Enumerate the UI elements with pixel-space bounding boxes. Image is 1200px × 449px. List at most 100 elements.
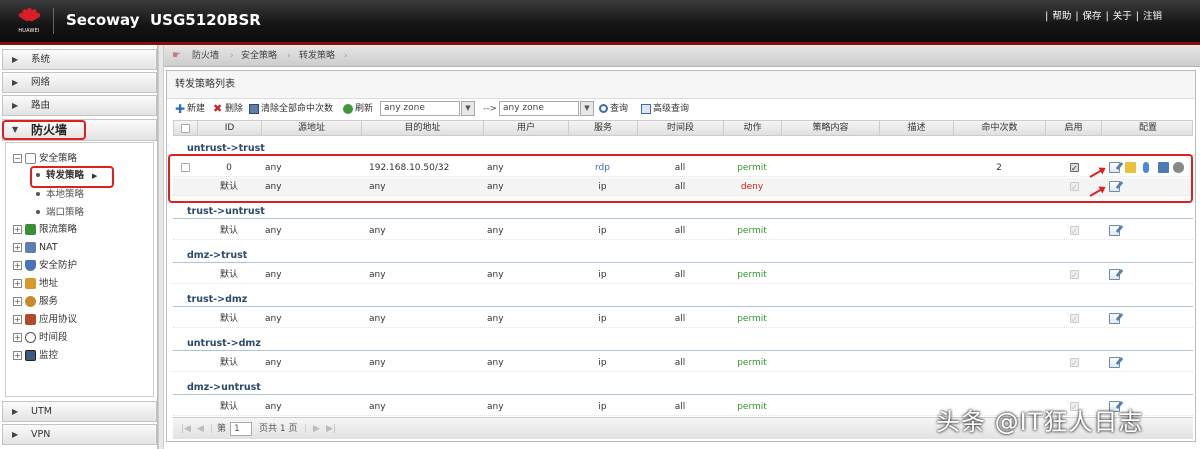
collapse-icon[interactable]: − <box>13 154 22 163</box>
cell-user: any <box>487 226 504 236</box>
cell-src: any <box>265 402 282 412</box>
tree-node-time-range[interactable]: + 时间段 <box>13 331 68 345</box>
expand-icon[interactable]: + <box>13 297 22 306</box>
column-header[interactable]: 动作 <box>724 121 782 136</box>
destination-zone-select[interactable]: any zone ▼ <box>499 101 594 116</box>
table-row[interactable]: 默认 any any any ip all permit <box>173 354 1193 373</box>
expand-icon[interactable]: + <box>13 279 22 288</box>
query-label: 查询 <box>610 104 629 114</box>
sidebar-item-network[interactable]: ▶ 网络 <box>2 72 157 93</box>
sidebar-item-routing[interactable]: ▶ 路由 <box>2 95 157 116</box>
tree-node-app-protocol[interactable]: + 应用协议 <box>13 313 77 327</box>
column-header[interactable]: 源地址 <box>262 121 362 136</box>
tree-node-monitor[interactable]: + 监控 <box>13 349 58 363</box>
pager-separator: | <box>304 424 308 434</box>
zone-group-header[interactable]: trust->untrust <box>173 204 1193 219</box>
breadcrumb-security-policy[interactable]: 安全策略 <box>241 45 277 67</box>
column-header[interactable]: 时间段 <box>638 121 724 136</box>
chevron-down-icon[interactable]: ▼ <box>580 101 594 116</box>
sidebar-item-label: 网络 <box>31 77 51 88</box>
column-header[interactable]: 命中次数 <box>954 121 1046 136</box>
select-all-checkbox[interactable] <box>181 124 190 133</box>
page-input[interactable]: 1 <box>230 422 252 436</box>
edit-icon[interactable] <box>1109 313 1120 324</box>
tree-node-protection[interactable]: + 安全防护 <box>13 259 77 273</box>
column-header[interactable]: 用户 <box>484 121 569 136</box>
enable-checkbox[interactable] <box>1070 311 1079 329</box>
enable-checkbox[interactable] <box>1070 223 1079 241</box>
first-page-icon[interactable]: |◀ <box>181 418 191 440</box>
tree-node-local-policy[interactable]: 本地策略 <box>32 188 84 202</box>
zone-group-header[interactable]: dmz->trust <box>173 248 1193 263</box>
breadcrumb-separator: › <box>230 51 234 61</box>
cell-id: 默认 <box>219 402 238 412</box>
tree-node-port-policy[interactable]: 端口策略 <box>32 206 84 220</box>
source-zone-select[interactable]: any zone ▼ <box>380 101 475 116</box>
expand-icon[interactable]: + <box>13 225 22 234</box>
edit-icon[interactable] <box>1109 357 1120 368</box>
tree-node-address[interactable]: + 地址 <box>13 277 58 291</box>
table-row[interactable]: 默认 any any any ip all permit <box>173 266 1193 285</box>
cell-user: any <box>487 270 504 280</box>
cell-dst: any <box>369 314 386 324</box>
tree-node-label: 服务 <box>39 296 59 307</box>
breadcrumb-firewall[interactable]: 防火墙 <box>192 45 219 67</box>
tree-node-label: 监控 <box>39 350 59 361</box>
table-row[interactable]: 默认 any any any ip all permit <box>173 310 1193 329</box>
enable-checkbox[interactable] <box>1070 267 1079 285</box>
expand-icon[interactable]: + <box>13 333 22 342</box>
next-page-icon[interactable]: ▶ <box>313 418 320 440</box>
tree-node-label: 端口策略 <box>46 207 85 218</box>
clear-hits-button[interactable]: 清除全部命中次数 <box>249 99 333 119</box>
column-header[interactable]: 目的地址 <box>362 121 484 136</box>
edit-icon[interactable] <box>1109 269 1120 280</box>
chevron-down-icon[interactable]: ▼ <box>461 101 475 116</box>
tree-node-service[interactable]: + 服务 <box>13 295 58 309</box>
tree-node-nat[interactable]: + NAT <box>13 241 58 255</box>
column-header[interactable]: 策略内容 <box>782 121 880 136</box>
cell-id: 默认 <box>219 270 238 280</box>
sidebar-splitter[interactable] <box>158 45 164 449</box>
tree-node-rate-limit[interactable]: + 限流策略 <box>13 223 77 237</box>
nat-icon <box>25 242 36 253</box>
tree-node-security-policy[interactable]: − 安全策略 <box>13 152 77 166</box>
sidebar-item-utm[interactable]: ▶ UTM <box>2 401 157 422</box>
cell-src: any <box>265 358 282 368</box>
column-header[interactable]: ID <box>198 121 262 136</box>
enable-checkbox[interactable] <box>1070 355 1079 373</box>
column-header[interactable]: 配置 <box>1102 121 1194 136</box>
expand-icon[interactable]: + <box>13 261 22 270</box>
column-header[interactable]: 服务 <box>569 121 638 136</box>
expand-icon[interactable]: + <box>13 315 22 324</box>
query-button[interactable]: 查询 <box>599 99 628 119</box>
zone-group-header[interactable]: trust->dmz <box>173 292 1193 307</box>
expand-icon[interactable]: + <box>13 243 22 252</box>
cell-time: all <box>674 358 686 368</box>
advanced-query-button[interactable]: 高级查询 <box>641 99 689 119</box>
zone-group-header[interactable]: dmz->untrust <box>173 380 1193 395</box>
about-link[interactable]: 关于 <box>1113 11 1132 22</box>
cell-hits <box>953 354 1045 372</box>
column-header[interactable]: 启用 <box>1046 121 1102 136</box>
new-button[interactable]: ✚ 新建 <box>175 99 205 119</box>
delete-button[interactable]: ✖ 删除 <box>213 99 243 119</box>
zone-group-header[interactable]: untrust->dmz <box>173 336 1193 351</box>
table-row[interactable]: 默认 any any any ip all permit <box>173 222 1193 241</box>
help-link[interactable]: 帮助 <box>1052 11 1071 22</box>
edit-icon[interactable] <box>1109 225 1120 236</box>
cell-time: all <box>674 402 686 412</box>
column-header[interactable]: 描述 <box>880 121 954 136</box>
last-page-icon[interactable]: ▶| <box>326 418 336 440</box>
save-link[interactable]: 保存 <box>1083 11 1102 22</box>
prev-page-icon[interactable]: ◀ <box>197 418 204 440</box>
watermark: 头条 @IT狂人日志 <box>936 408 1144 436</box>
bullet-icon <box>36 192 40 196</box>
sidebar-item-vpn[interactable]: ▶ VPN <box>2 424 157 445</box>
cell-id: 默认 <box>219 226 238 236</box>
refresh-button[interactable]: 刷新 <box>343 99 373 119</box>
sidebar-item-label: 系统 <box>31 54 51 65</box>
sidebar-item-system[interactable]: ▶ 系统 <box>2 49 157 70</box>
logout-link[interactable]: 注销 <box>1143 11 1162 22</box>
cell-time: all <box>674 226 686 236</box>
expand-icon[interactable]: + <box>13 351 22 360</box>
